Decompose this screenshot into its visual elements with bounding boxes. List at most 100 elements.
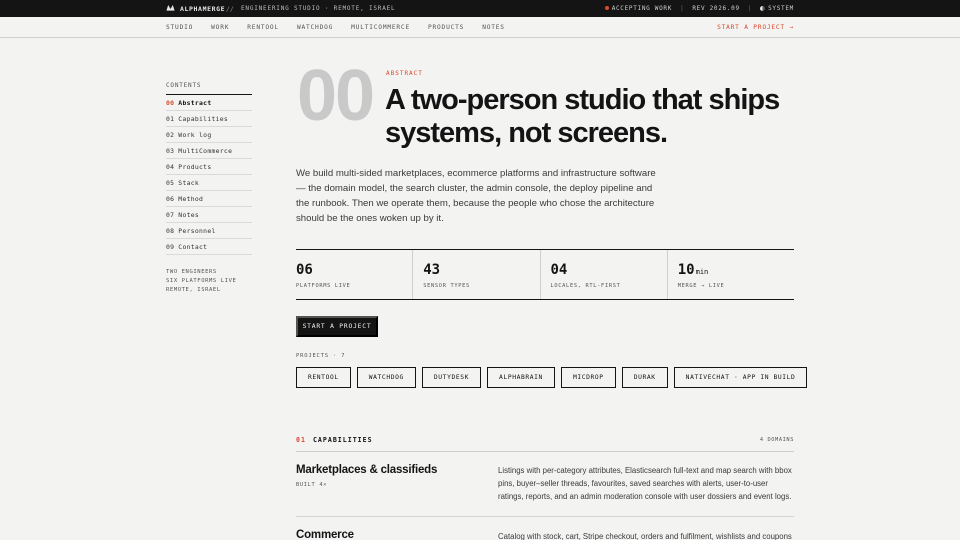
- nav-start-project-link[interactable]: START A PROJECT →: [717, 24, 794, 31]
- toc-item-capabilities[interactable]: 01 Capabilities: [166, 111, 252, 127]
- toc-item-work-log[interactable]: 02 Work log: [166, 127, 252, 143]
- stat-sensors: 43 SENSOR TYPES: [412, 250, 539, 299]
- toc-item-abstract[interactable]: 00 Abstract: [166, 95, 252, 111]
- theme-contrast-icon: [760, 5, 766, 11]
- toc-item-label: Contact: [178, 243, 208, 251]
- nav-item-studio[interactable]: STUDIO: [166, 24, 193, 31]
- toc-item-number: 07: [166, 211, 175, 219]
- stat-merge-to-live: 10min MERGE → LIVE: [666, 250, 794, 299]
- stat-label: PLATFORMS LIVE: [296, 283, 351, 289]
- page-headline: A two-person studio that ships systems, …: [385, 84, 780, 149]
- nav-item-notes[interactable]: NOTES: [482, 24, 505, 31]
- start-project-button[interactable]: START A PROJECT: [296, 316, 378, 337]
- nav-item-work[interactable]: WORK: [211, 24, 229, 31]
- capability-subtitle: BUILT 4×: [296, 482, 328, 488]
- project-chip-watchdog[interactable]: WATCHDOG: [356, 367, 416, 388]
- toc-item-label: Work log: [178, 131, 212, 139]
- stat-number: 06: [296, 262, 313, 278]
- table-of-contents: CONTENTS 00 Abstract 01 Capabilities 02 Wor…: [166, 82, 252, 295]
- toc-item-label: Capabilities: [178, 115, 229, 123]
- intro-paragraph: We build multi-sided marketplaces, ecomm…: [296, 168, 656, 224]
- toc-item-number: 00: [166, 99, 175, 107]
- capabilities-count: 4 DOMAINS: [759, 437, 794, 443]
- divider: [296, 451, 794, 452]
- nav-item-products[interactable]: PRODUCTS: [428, 24, 464, 31]
- project-chip-nativechat[interactable]: NATIVECHAT · APP IN BUILD: [673, 367, 808, 388]
- stat-value: 10min: [678, 262, 709, 278]
- toc-item-number: 03: [166, 147, 175, 155]
- toc-item-products[interactable]: 04 Products: [166, 159, 252, 175]
- toc-item-number: 02: [166, 131, 175, 139]
- toc-item-number: 06: [166, 195, 175, 203]
- brand[interactable]: ALPHAMERGE: [166, 0, 225, 17]
- capability-title: Marketplaces & classifieds: [296, 464, 438, 476]
- toc-item-stack[interactable]: 05 Stack: [166, 175, 252, 191]
- tagline: ENGINEERING STUDIO · REMOTE, ISRAEL: [241, 5, 396, 12]
- stat-platforms: 06 PLATFORMS LIVE: [296, 250, 412, 299]
- project-chip-dutydesk[interactable]: DUTYDESK: [421, 367, 482, 388]
- toc-item-label: Notes: [178, 211, 200, 219]
- nav-item-rentool[interactable]: RENTOOL: [247, 24, 279, 31]
- section-number-large: 00: [297, 56, 375, 136]
- stat-number: 43: [423, 262, 441, 278]
- nav-item-watchdog[interactable]: WATCHDOG: [297, 24, 333, 31]
- projects-label: PROJECTS · 7: [296, 353, 346, 359]
- revision-label: REV 2026.09: [692, 5, 740, 12]
- main-nav: STUDIO WORK RENTOOL WATCHDOG MULTICOMMER…: [0, 17, 960, 38]
- toc-item-label: MultiCommerce: [178, 147, 233, 155]
- project-chip-alphabrain[interactable]: ALPHABRAIN: [487, 367, 555, 388]
- toc-item-contact[interactable]: 09 Contact: [166, 239, 252, 255]
- project-chip-rentool[interactable]: RENTOOL: [296, 367, 351, 388]
- bar-divider: |: [747, 5, 753, 12]
- stat-locales: 04 LOCALES, RTL-FIRST: [539, 250, 667, 299]
- availability-label: ACCEPTING WORK: [611, 5, 673, 12]
- stat-value: 06: [296, 262, 314, 278]
- stat-value: 04: [551, 262, 569, 278]
- stat-label: MERGE → LIVE: [677, 283, 725, 289]
- toc-item-number: 01: [166, 115, 175, 123]
- toc-item-number: 05: [166, 179, 175, 187]
- toc-item-label: Abstract: [178, 99, 212, 107]
- toc-item-method[interactable]: 06 Method: [166, 191, 252, 207]
- studio-meta-line: SIX PLATFORMS LIVE: [166, 278, 237, 284]
- brand-name: ALPHAMERGE: [180, 4, 226, 13]
- toc-item-notes[interactable]: 07 Notes: [166, 207, 252, 223]
- nav-item-multicommerce[interactable]: MULTICOMMERCE: [351, 24, 410, 31]
- section-eyebrow: ABSTRACT: [386, 70, 423, 77]
- toc-item-number: 08: [166, 227, 175, 235]
- toc-item-label: Products: [178, 163, 212, 171]
- capability-description: Listings with per-category attributes, E…: [498, 466, 792, 501]
- stat-unit: min: [695, 268, 709, 276]
- toc-item-label: Stack: [178, 179, 200, 187]
- studio-meta: TWO ENGINEERS SIX PLATFORMS LIVE REMOTE,…: [166, 268, 252, 295]
- capability-title: Commerce: [296, 529, 354, 540]
- top-bar-status: ACCEPTING WORK | REV 2026.09 | SYSTEM: [604, 0, 794, 17]
- toc-item-number: 04: [166, 163, 175, 171]
- capabilities-number: 01: [296, 436, 306, 444]
- toc-item-label: Personnel: [178, 227, 216, 235]
- stat-number: 04: [550, 262, 568, 278]
- stat-label: LOCALES, RTL-FIRST: [550, 283, 621, 289]
- stats-strip: 06 PLATFORMS LIVE 43 SENSOR TYPES 04 LOC…: [296, 249, 794, 300]
- toc-item-label: Method: [178, 195, 204, 203]
- capabilities-title: CAPABILITIES: [312, 436, 373, 444]
- toc-item-multicommerce[interactable]: 03 MultiCommerce: [166, 143, 252, 159]
- top-bar: ALPHAMERGE // ENGINEERING STUDIO · REMOT…: [0, 0, 960, 17]
- availability-status: ACCEPTING WORK: [604, 5, 673, 12]
- divider: [296, 516, 794, 517]
- theme-toggle[interactable]: SYSTEM: [760, 5, 794, 12]
- capabilities-heading: 01 CAPABILITIES: [296, 436, 373, 444]
- project-chip-durak[interactable]: DURAK: [621, 367, 668, 388]
- bar-divider: |: [680, 5, 685, 12]
- theme-label: SYSTEM: [768, 5, 794, 12]
- stat-number: 10: [677, 262, 695, 278]
- toc-item-number: 09: [166, 243, 175, 251]
- toc-heading: CONTENTS: [166, 82, 252, 95]
- brand-separator: //: [226, 5, 234, 13]
- studio-meta-line: REMOTE, ISRAEL: [166, 287, 221, 293]
- stat-value: 43: [423, 262, 441, 278]
- studio-meta-line: TWO ENGINEERS: [166, 269, 217, 275]
- toc-item-personnel[interactable]: 08 Personnel: [166, 223, 252, 239]
- logo-icon: [166, 5, 175, 12]
- project-chip-micdrop[interactable]: MICDROP: [560, 367, 616, 388]
